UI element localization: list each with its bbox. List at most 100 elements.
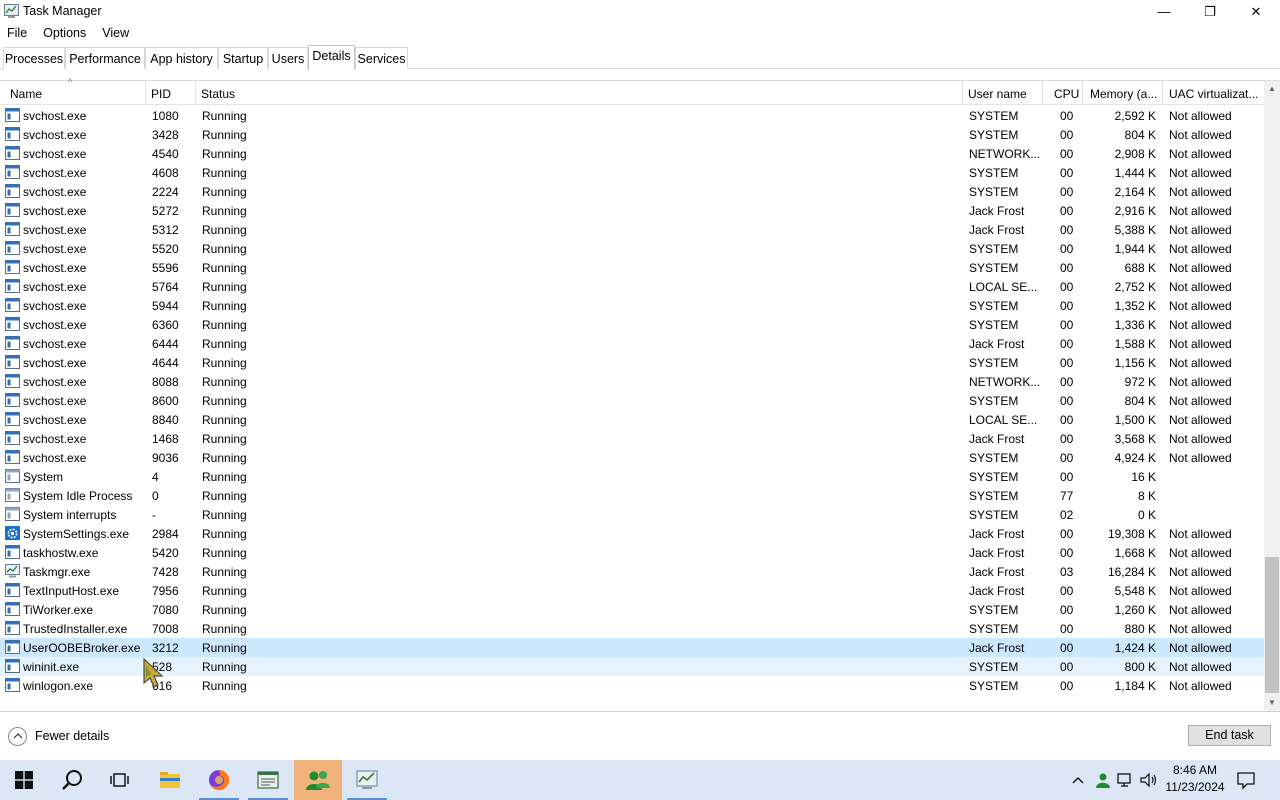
scroll-thumb[interactable] bbox=[1265, 557, 1279, 693]
column-header-cpu[interactable]: CPU bbox=[1043, 81, 1083, 105]
process-cpu: 00 bbox=[1060, 185, 1074, 199]
column-header-memory[interactable]: Memory (a... bbox=[1083, 81, 1163, 105]
people-app-button[interactable] bbox=[294, 760, 342, 800]
table-row[interactable]: svchost.exe 8840 Running LOCAL SE... 00 1,500… bbox=[0, 410, 1264, 429]
table-row[interactable]: svchost.exe 5596 Running SYSTEM 00 688 K Not a… bbox=[0, 258, 1264, 277]
file-explorer-button[interactable] bbox=[146, 760, 194, 800]
table-row[interactable]: svchost.exe 5272 Running Jack Frost 00 2,916 … bbox=[0, 201, 1264, 220]
table-row[interactable]: svchost.exe 4608 Running SYSTEM 00 1,444 K Not… bbox=[0, 163, 1264, 182]
process-user: NETWORK... bbox=[969, 147, 1041, 161]
start-icon bbox=[15, 771, 33, 789]
notepad-button[interactable] bbox=[244, 760, 292, 800]
people-tray-icon[interactable] bbox=[1094, 771, 1112, 789]
table-row[interactable]: TiWorker.exe 7080 Running SYSTEM 00 1,260 K No… bbox=[0, 600, 1264, 619]
process-name: svchost.exe bbox=[23, 128, 87, 142]
table-row[interactable]: TrustedInstaller.exe 7008 Running SYSTEM 00 8… bbox=[0, 619, 1264, 638]
end-task-button[interactable]: End task bbox=[1188, 725, 1271, 746]
column-header-uac[interactable]: UAC virtualizat... bbox=[1163, 81, 1264, 105]
service-icon bbox=[5, 317, 20, 331]
table-row[interactable]: svchost.exe 6360 Running SYSTEM 00 1,336 K Not… bbox=[0, 315, 1264, 334]
process-memory: 1,500 K bbox=[1114, 413, 1156, 427]
table-row[interactable]: svchost.exe 5944 Running SYSTEM 00 1,352 K Not… bbox=[0, 296, 1264, 315]
process-status: Running bbox=[202, 356, 247, 370]
table-row[interactable]: System interrupts - Running SYSTEM 02 0 K bbox=[0, 505, 1264, 524]
show-hidden-icons-chevron-icon[interactable] bbox=[1069, 771, 1087, 789]
table-row[interactable]: System 4 Running SYSTEM 00 16 K bbox=[0, 467, 1264, 486]
process-uac: Not allowed bbox=[1169, 679, 1232, 693]
process-pid: 1468 bbox=[152, 432, 179, 446]
table-row[interactable]: System Idle Process 0 Running SYSTEM 77 8 K bbox=[0, 486, 1264, 505]
table-row[interactable]: svchost.exe 3428 Running SYSTEM 00 804 K Not a… bbox=[0, 125, 1264, 144]
process-cpu: 00 bbox=[1060, 109, 1074, 123]
scroll-up-arrow-icon[interactable]: ▲ bbox=[1264, 81, 1280, 97]
table-row[interactable]: svchost.exe 2224 Running SYSTEM 00 2,164 K Not… bbox=[0, 182, 1264, 201]
table-row[interactable]: svchost.exe 8600 Running SYSTEM 00 804 K Not a… bbox=[0, 391, 1264, 410]
volume-icon[interactable] bbox=[1140, 771, 1158, 789]
table-row[interactable]: wininit.exe 528 Running SYSTEM 00 800 K Not al… bbox=[0, 657, 1264, 676]
process-uac: Not allowed bbox=[1169, 660, 1232, 674]
table-row[interactable]: winlogon.exe 616 Running SYSTEM 00 1,184 K Not… bbox=[0, 676, 1264, 695]
table-row[interactable]: svchost.exe 8088 Running NETWORK... 00 972 K N… bbox=[0, 372, 1264, 391]
service-icon bbox=[5, 203, 20, 217]
process-status: Running bbox=[202, 413, 247, 427]
column-header-status[interactable]: Status bbox=[196, 81, 963, 105]
tab-startup[interactable]: Startup bbox=[218, 47, 268, 69]
table-row[interactable]: svchost.exe 5520 Running SYSTEM 00 1,944 K Not… bbox=[0, 239, 1264, 258]
system-clock[interactable]: 8:46 AM 11/23/2024 bbox=[1164, 762, 1226, 796]
process-cpu: 00 bbox=[1060, 660, 1074, 674]
table-row[interactable]: svchost.exe 1468 Running Jack Frost 00 3,568 … bbox=[0, 429, 1264, 448]
minimize-button[interactable]: — bbox=[1141, 0, 1187, 23]
close-button[interactable]: ✕ bbox=[1233, 0, 1279, 23]
process-cpu: 00 bbox=[1060, 166, 1074, 180]
taskbar: 8:46 AM 11/23/2024 bbox=[0, 760, 1280, 800]
process-pid: 4540 bbox=[152, 147, 179, 161]
firefox-button[interactable] bbox=[195, 760, 243, 800]
maximize-button[interactable]: ❐ bbox=[1187, 0, 1233, 23]
menu-options[interactable]: Options bbox=[35, 23, 94, 43]
table-row[interactable]: UserOOBEBroker.exe 3212 Running Jack Frost 0… bbox=[0, 638, 1264, 657]
scroll-down-arrow-icon[interactable]: ▼ bbox=[1264, 695, 1280, 711]
tab-services[interactable]: Services bbox=[355, 47, 408, 69]
column-header-user[interactable]: User name bbox=[963, 81, 1043, 105]
service-icon bbox=[5, 146, 20, 160]
tab-processes[interactable]: Processes bbox=[3, 47, 65, 69]
vertical-scrollbar[interactable]: ▲ ▼ bbox=[1264, 81, 1280, 711]
process-uac: Not allowed bbox=[1169, 584, 1232, 598]
title-bar[interactable]: Task Manager — ❐ ✕ bbox=[0, 0, 1280, 23]
table-row[interactable]: TextInputHost.exe 7956 Running Jack Frost 00… bbox=[0, 581, 1264, 600]
table-row[interactable]: svchost.exe 9036 Running SYSTEM 00 4,924 K Not… bbox=[0, 448, 1264, 467]
process-uac: Not allowed bbox=[1169, 128, 1232, 142]
task-manager-taskbar-button[interactable] bbox=[343, 760, 391, 800]
table-row[interactable]: svchost.exe 1080 Running SYSTEM 00 2,592 K Not… bbox=[0, 106, 1264, 125]
network-icon[interactable] bbox=[1117, 771, 1135, 789]
process-cpu: 00 bbox=[1060, 204, 1074, 218]
tab-details[interactable]: Details bbox=[308, 45, 355, 70]
start-button[interactable] bbox=[0, 760, 48, 800]
column-header-name[interactable]: Name bbox=[5, 81, 146, 105]
process-memory: 1,336 K bbox=[1114, 318, 1156, 332]
tab-performance[interactable]: Performance bbox=[65, 47, 145, 69]
column-header-pid[interactable]: PID bbox=[146, 81, 196, 105]
table-row[interactable]: svchost.exe 6444 Running Jack Frost 00 1,588 … bbox=[0, 334, 1264, 353]
fewer-details-button[interactable]: Fewer details bbox=[8, 726, 109, 746]
table-row[interactable]: svchost.exe 5764 Running LOCAL SE... 00 2,752… bbox=[0, 277, 1264, 296]
task-view-button[interactable] bbox=[96, 760, 144, 800]
notification-center-icon[interactable] bbox=[1236, 770, 1256, 790]
table-row[interactable]: Taskmgr.exe 7428 Running Jack Frost 03 16,284… bbox=[0, 562, 1264, 581]
process-status: Running bbox=[202, 470, 247, 484]
process-name: svchost.exe bbox=[23, 337, 87, 351]
menu-view[interactable]: View bbox=[94, 23, 137, 43]
menu-file[interactable]: File bbox=[0, 23, 35, 43]
table-row[interactable]: svchost.exe 4540 Running NETWORK... 00 2,908 … bbox=[0, 144, 1264, 163]
process-status: Running bbox=[202, 508, 247, 522]
table-row[interactable]: taskhostw.exe 5420 Running Jack Frost 00 1,66… bbox=[0, 543, 1264, 562]
table-row[interactable]: svchost.exe 5312 Running Jack Frost 00 5,388 … bbox=[0, 220, 1264, 239]
process-pid: 7008 bbox=[152, 622, 179, 636]
process-pid: 5764 bbox=[152, 280, 179, 294]
tab-app-history[interactable]: App history bbox=[145, 47, 218, 69]
table-row[interactable]: svchost.exe 4644 Running SYSTEM 00 1,156 K Not… bbox=[0, 353, 1264, 372]
table-row[interactable]: SystemSettings.exe 2984 Running Jack Frost 0… bbox=[0, 524, 1264, 543]
tab-users[interactable]: Users bbox=[268, 47, 308, 69]
search-button[interactable] bbox=[48, 760, 96, 800]
menu-bar: File Options View bbox=[0, 23, 137, 43]
